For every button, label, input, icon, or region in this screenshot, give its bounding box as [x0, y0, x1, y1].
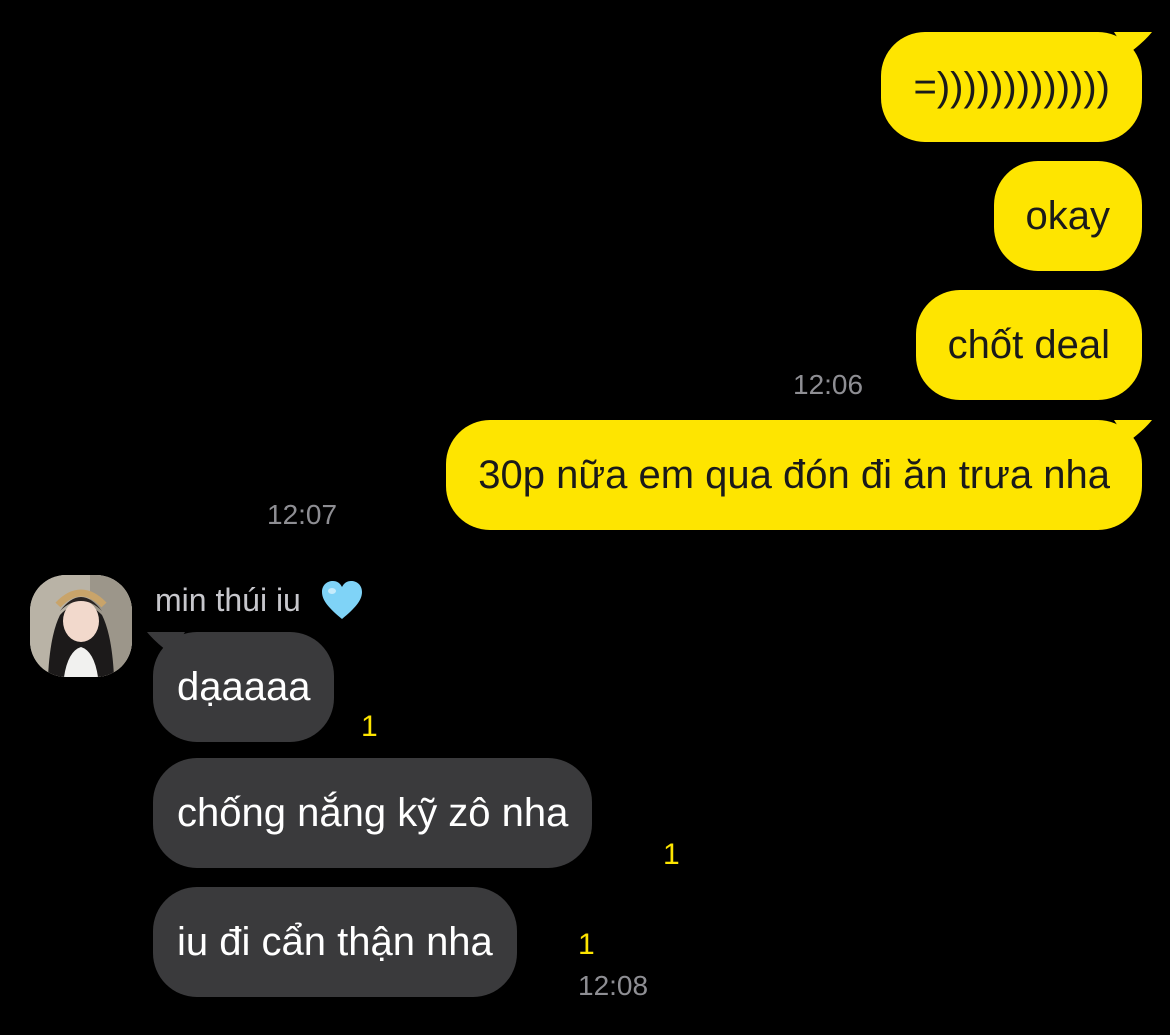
sent-message-bubble[interactable]: =))))))))))))) — [881, 32, 1142, 142]
received-message-bubble[interactable]: chống nắng kỹ zô nha — [153, 758, 593, 868]
unread-count: 1 — [663, 838, 680, 871]
message-text: =))))))))))))) — [913, 65, 1110, 109]
message-timestamp: 12:07 — [267, 499, 338, 530]
message-text: iu đi cẩn thận nha — [177, 920, 493, 964]
sent-message-bubble[interactable]: chốt deal — [915, 290, 1142, 400]
avatar[interactable] — [30, 575, 132, 677]
sender-name-text: min thúi iu — [155, 582, 301, 618]
message-timestamp: 12:08 — [578, 970, 649, 1001]
sent-message-bubble[interactable]: okay — [993, 161, 1142, 271]
message-timestamp: 12:06 — [793, 369, 864, 400]
light-blue-heart-icon — [321, 580, 362, 619]
unread-count: 1 — [361, 710, 378, 743]
sender-name: min thúi iu — [155, 578, 364, 622]
message-text: chống nắng kỹ zô nha — [177, 791, 569, 835]
message-text: chốt deal — [947, 323, 1110, 367]
received-message-bubble[interactable]: iu đi cẩn thận nha — [153, 887, 517, 997]
chat-view: =))))))))))))) okay chốt deal 12:06 30p … — [0, 0, 1170, 1035]
message-text: 30p nữa em qua đón đi ăn trưa nha — [478, 453, 1110, 497]
profile-photo — [30, 575, 132, 677]
bubble-tail-icon — [1114, 32, 1152, 54]
bubble-tail-icon — [1114, 420, 1152, 442]
sent-message-bubble[interactable]: 30p nữa em qua đón đi ăn trưa nha — [446, 420, 1142, 530]
unread-count: 1 — [578, 928, 595, 961]
message-text: okay — [1025, 194, 1111, 238]
message-text: dạaaaa — [177, 665, 311, 709]
received-message-bubble[interactable]: dạaaaa — [153, 632, 335, 742]
